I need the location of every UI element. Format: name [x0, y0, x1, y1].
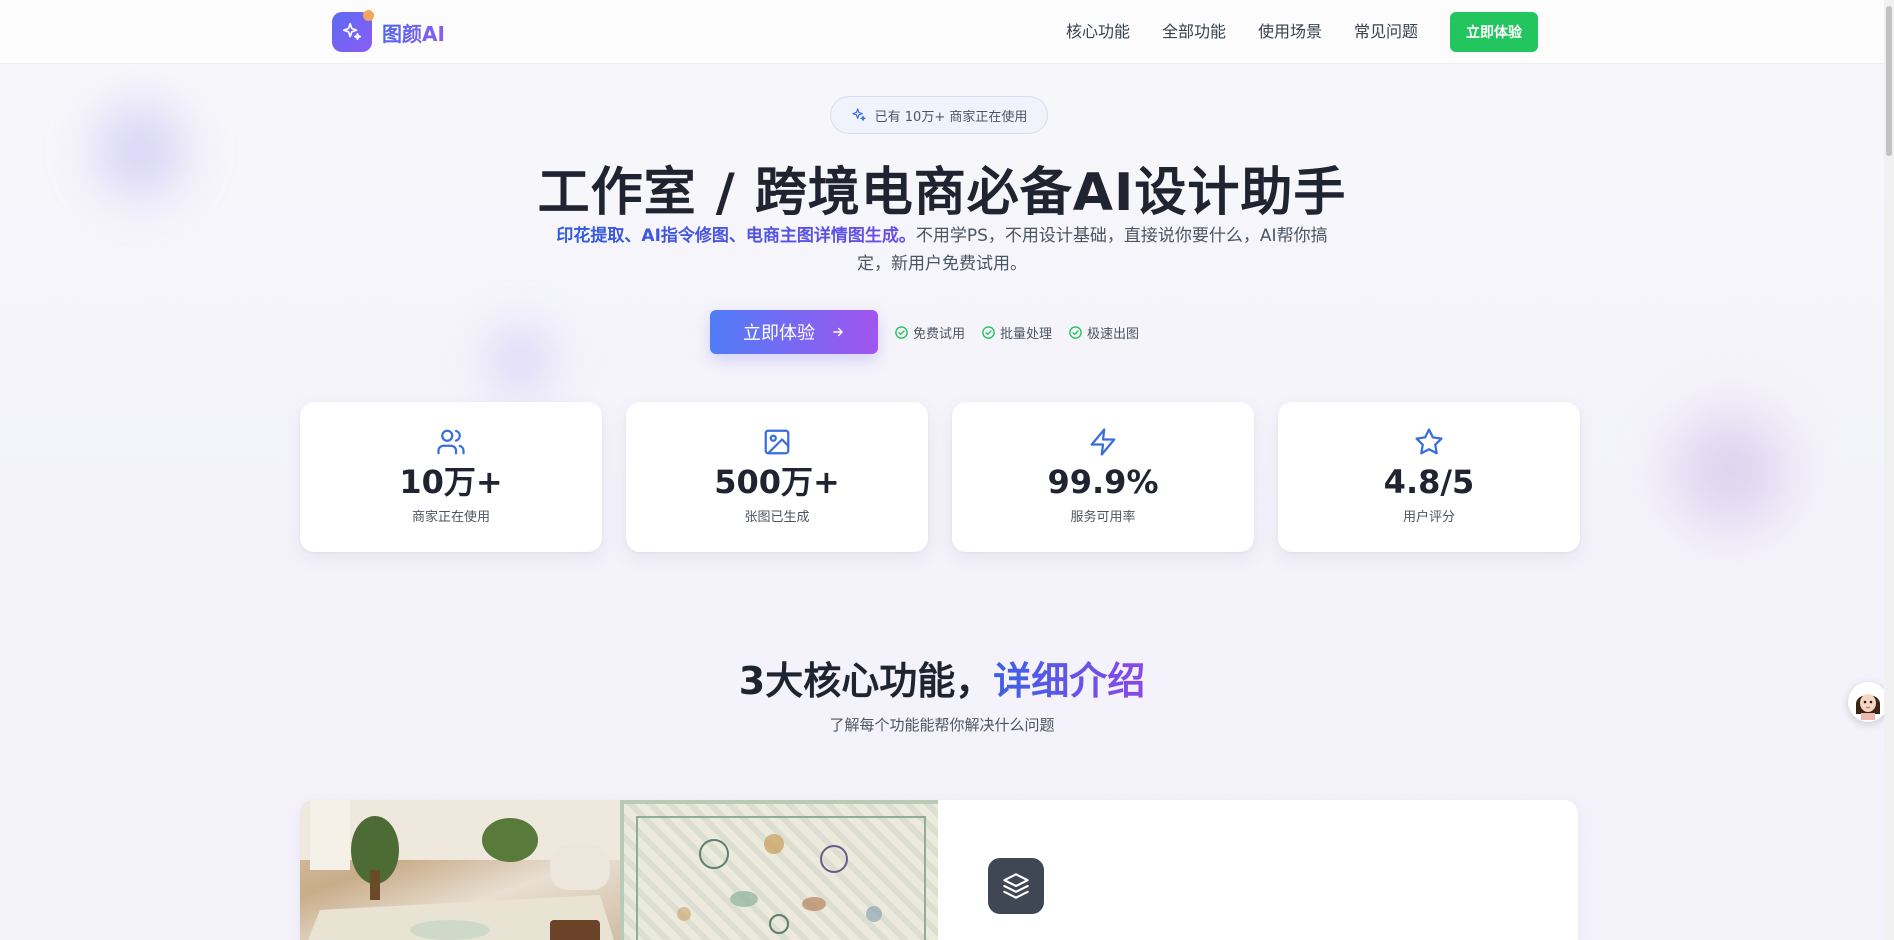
nav-link-core-features[interactable]: 核心功能	[1066, 12, 1130, 52]
feature-check-fast: 极速出图	[1068, 323, 1139, 342]
arrow-right-icon	[833, 327, 843, 337]
page-scrollbar[interactable]	[1884, 0, 1894, 940]
image-icon	[762, 426, 792, 458]
hero-try-now-button[interactable]: 立即体验	[710, 310, 878, 354]
brand-logo[interactable]: 图颜AI	[332, 10, 445, 52]
background-blob	[1640, 380, 1820, 560]
users-icon	[436, 426, 466, 458]
user-count-badge: 已有 10万+ 商家正在使用	[830, 96, 1048, 134]
assistant-avatar-button[interactable]	[1848, 682, 1888, 722]
feature-card	[300, 800, 1578, 940]
scrollbar-thumb[interactable]	[1886, 6, 1892, 156]
hero-subtitle-highlight: 印花提取、AI指令修图、电商主图详情图生成。	[556, 226, 916, 246]
check-circle-icon	[982, 325, 995, 339]
check-circle-icon	[1069, 325, 1082, 339]
stat-value: 10万+	[399, 463, 503, 501]
rug-pattern-image	[620, 800, 938, 940]
section-title: 3大核心功能，详细介绍	[0, 650, 1884, 705]
stat-card-images: 500万+ 张图已生成	[626, 402, 928, 552]
check-circle-icon	[895, 325, 908, 339]
stat-value: 500万+	[714, 463, 840, 501]
feature-check-free-trial: 免费试用	[894, 323, 965, 342]
site-header: 图颜AI 核心功能 全部功能 使用场景 常见问题 立即体验	[0, 0, 1884, 64]
stat-value: 99.9%	[1047, 463, 1159, 501]
stat-card-rating: 4.8/5 用户评分	[1278, 402, 1580, 552]
nav-link-all-features[interactable]: 全部功能	[1162, 12, 1226, 52]
hero-cta-label: 立即体验	[743, 323, 815, 343]
brand-name: 图颜AI	[382, 18, 445, 47]
avatar-icon	[1850, 684, 1886, 720]
section-subtitle: 了解每个功能能帮你解决什么问题	[829, 716, 1055, 734]
sparkle-icon	[852, 108, 866, 121]
nav-try-now-button[interactable]: 立即体验	[1450, 12, 1538, 52]
hero-subtitle: 印花提取、AI指令修图、电商主图详情图生成。不用学PS，不用设计基础，直接说你要…	[552, 222, 1332, 278]
room-scene-image	[300, 800, 620, 940]
sparkle-icon	[332, 10, 374, 52]
section-title-plain: 3大核心功能，	[738, 659, 994, 703]
check-label: 极速出图	[1087, 326, 1140, 342]
hero-title: 工作室 / 跨境电商必备AI设计助手	[537, 163, 1347, 223]
section-title-accent: 详细介绍	[993, 659, 1146, 703]
stat-label: 商家正在使用	[411, 510, 490, 525]
nav-link-faq[interactable]: 常见问题	[1354, 12, 1418, 52]
stat-value: 4.8/5	[1383, 463, 1475, 501]
main-nav: 核心功能 全部功能 使用场景 常见问题 立即体验	[1066, 12, 1538, 52]
check-label: 免费试用	[913, 326, 966, 342]
hero-subtitle-rest: 不用学PS，不用设计基础，直接说你要什么，AI帮你搞定，新用户免费试用。	[857, 226, 1328, 274]
stat-label: 张图已生成	[744, 510, 810, 525]
background-blob	[465, 305, 575, 415]
stat-card-uptime: 99.9% 服务可用率	[952, 402, 1254, 552]
lightning-icon	[1088, 426, 1118, 458]
feature-check-batch: 批量处理	[981, 323, 1052, 342]
hero-cta-row: 立即体验 免费试用 批量处理 极速出图	[710, 310, 1139, 354]
check-label: 批量处理	[1000, 326, 1053, 342]
layers-icon	[988, 858, 1044, 914]
stat-label: 服务可用率	[1070, 510, 1136, 525]
stat-card-merchants: 10万+ 商家正在使用	[300, 402, 602, 552]
nav-link-use-cases[interactable]: 使用场景	[1258, 12, 1322, 52]
star-icon	[1414, 426, 1444, 458]
badge-text: 已有 10万+ 商家正在使用	[874, 109, 1028, 125]
stat-label: 用户评分	[1402, 510, 1455, 525]
